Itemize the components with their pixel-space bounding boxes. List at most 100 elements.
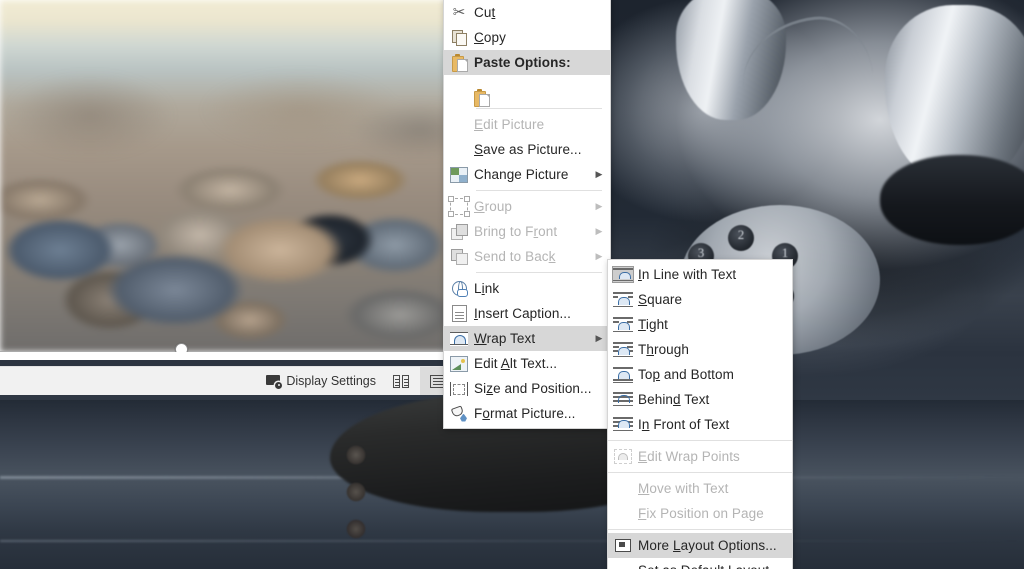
submenu-item-label: Tight [638,318,786,332]
caption-icon [444,303,474,325]
size-position-icon [444,378,474,400]
status-bar: Display Settings [0,366,455,395]
submenu-item-edit-wrap-points: Edit Wrap Points [608,444,792,469]
menu-item-label: Paste Options: [474,56,604,70]
display-settings-button[interactable]: Display Settings [259,367,383,395]
format-picture-icon [444,403,474,425]
wrap-in-front-icon [608,414,638,436]
telephone-cord [325,440,387,560]
screen: 3 2 1 4 # Display Settings [0,0,1024,569]
menu-item-edit-picture: Edit Picture [444,112,610,137]
submenu-item-label: Behind Text [638,393,786,407]
menu-item-label: Edit Alt Text... [474,357,604,371]
submenu-item-behind-text[interactable]: Behind Text [608,387,792,412]
submenu-item-label: Edit Wrap Points [638,450,786,464]
send-to-back-icon [444,246,474,268]
submenu-item-move-with-text: Move with Text [608,476,792,501]
document-page-edge [0,352,455,360]
menu-item-label: Bring to Front [474,225,594,239]
menu-item-label: Insert Caption... [474,307,604,321]
link-globe-icon [444,278,474,300]
submenu-item-through[interactable]: Through [608,337,792,362]
menu-separator [476,190,602,191]
submenu-item-tight[interactable]: Tight [608,312,792,337]
menu-item-link[interactable]: Link [444,276,610,301]
copy-icon [444,27,474,49]
menu-item-label: Size and Position... [474,382,604,396]
menu-item-wrap-text[interactable]: Wrap Text ▶ [444,326,610,351]
submenu-item-label: Top and Bottom [638,368,786,382]
wrap-text-submenu: In Line with Text Square Tight [607,259,793,569]
background-highlight-streak-2 [0,540,1024,542]
submenu-item-square[interactable]: Square [608,287,792,312]
menu-item-save-as-picture[interactable]: Save as Picture... [444,137,610,162]
menu-item-label: Cut [474,6,604,20]
wrap-square-icon [608,289,638,311]
picture-selection-border [0,0,455,352]
menu-item-format-picture[interactable]: Format Picture... [444,401,610,426]
submenu-separator [608,472,792,473]
wrap-text-icon [444,328,474,350]
chevron-right-icon: ▶ [594,201,604,212]
chevron-right-icon: ▶ [594,169,604,180]
wrap-inline-icon [608,264,638,286]
submenu-item-label: Through [638,343,786,357]
picture-context-menu: ✂ Cut Copy Paste Options: Edit Picture [443,0,611,429]
menu-item-label: Edit Picture [474,118,604,132]
more-layout-options-icon [608,535,638,557]
menu-item-size-and-position[interactable]: Size and Position... [444,376,610,401]
menu-item-label: Save as Picture... [474,143,604,157]
alt-text-icon [444,353,474,375]
submenu-item-label: In Front of Text [638,418,786,432]
menu-item-cut[interactable]: ✂ Cut [444,0,610,25]
menu-item-label: Copy [474,31,604,45]
wrap-through-icon [608,339,638,361]
wrap-top-bottom-icon [608,364,638,386]
monitor-gear-icon [266,375,281,388]
change-picture-icon [444,164,474,186]
menu-item-send-to-back: Send to Back ▶ [444,244,610,269]
submenu-item-top-and-bottom[interactable]: Top and Bottom [608,362,792,387]
read-mode-icon [393,375,410,388]
chevron-right-icon: ▶ [594,251,604,262]
paste-options-row [444,75,610,105]
menu-item-insert-caption[interactable]: Insert Caption... [444,301,610,326]
submenu-item-label: Move with Text [638,482,786,496]
telephone-bell-right [885,5,1024,180]
menu-item-label: Change Picture [474,168,594,182]
menu-separator [476,272,602,273]
submenu-item-in-line-with-text[interactable]: In Line with Text [608,262,792,287]
submenu-item-label: More Layout Options... [638,539,786,553]
menu-item-edit-alt-text[interactable]: Edit Alt Text... [444,351,610,376]
bring-to-front-icon [444,221,474,243]
menu-item-group: Group ▶ [444,194,610,219]
wrap-tight-icon [608,314,638,336]
submenu-item-label: Square [638,293,786,307]
wrap-behind-text-icon [608,389,638,411]
menu-separator [476,108,602,109]
chevron-right-icon: ▶ [594,333,604,344]
chevron-right-icon: ▶ [594,226,604,237]
submenu-item-label: In Line with Text [638,268,786,282]
menu-item-label: Format Picture... [474,407,604,421]
menu-item-label: Group [474,200,594,214]
menu-item-label: Send to Back [474,250,594,264]
submenu-item-fix-position-on-page: Fix Position on Page [608,501,792,526]
submenu-separator [608,440,792,441]
document-canvas [0,0,455,360]
menu-item-change-picture[interactable]: Change Picture ▶ [444,162,610,187]
scissors-icon: ✂ [444,2,474,24]
submenu-item-set-as-default-layout[interactable]: Set as Default Layout [608,558,792,569]
clipboard-icon [444,52,474,74]
submenu-item-label: Fix Position on Page [638,507,786,521]
display-settings-label: Display Settings [286,374,376,388]
menu-item-bring-to-front: Bring to Front ▶ [444,219,610,244]
menu-item-label: Link [474,282,604,296]
menu-item-label: Wrap Text [474,332,594,346]
submenu-item-more-layout-options[interactable]: More Layout Options... [608,533,792,558]
menu-item-paste-options: Paste Options: [444,50,610,75]
submenu-item-in-front-of-text[interactable]: In Front of Text [608,412,792,437]
menu-item-copy[interactable]: Copy [444,25,610,50]
read-mode-button[interactable] [383,367,420,395]
edit-wrap-points-icon [608,446,638,468]
